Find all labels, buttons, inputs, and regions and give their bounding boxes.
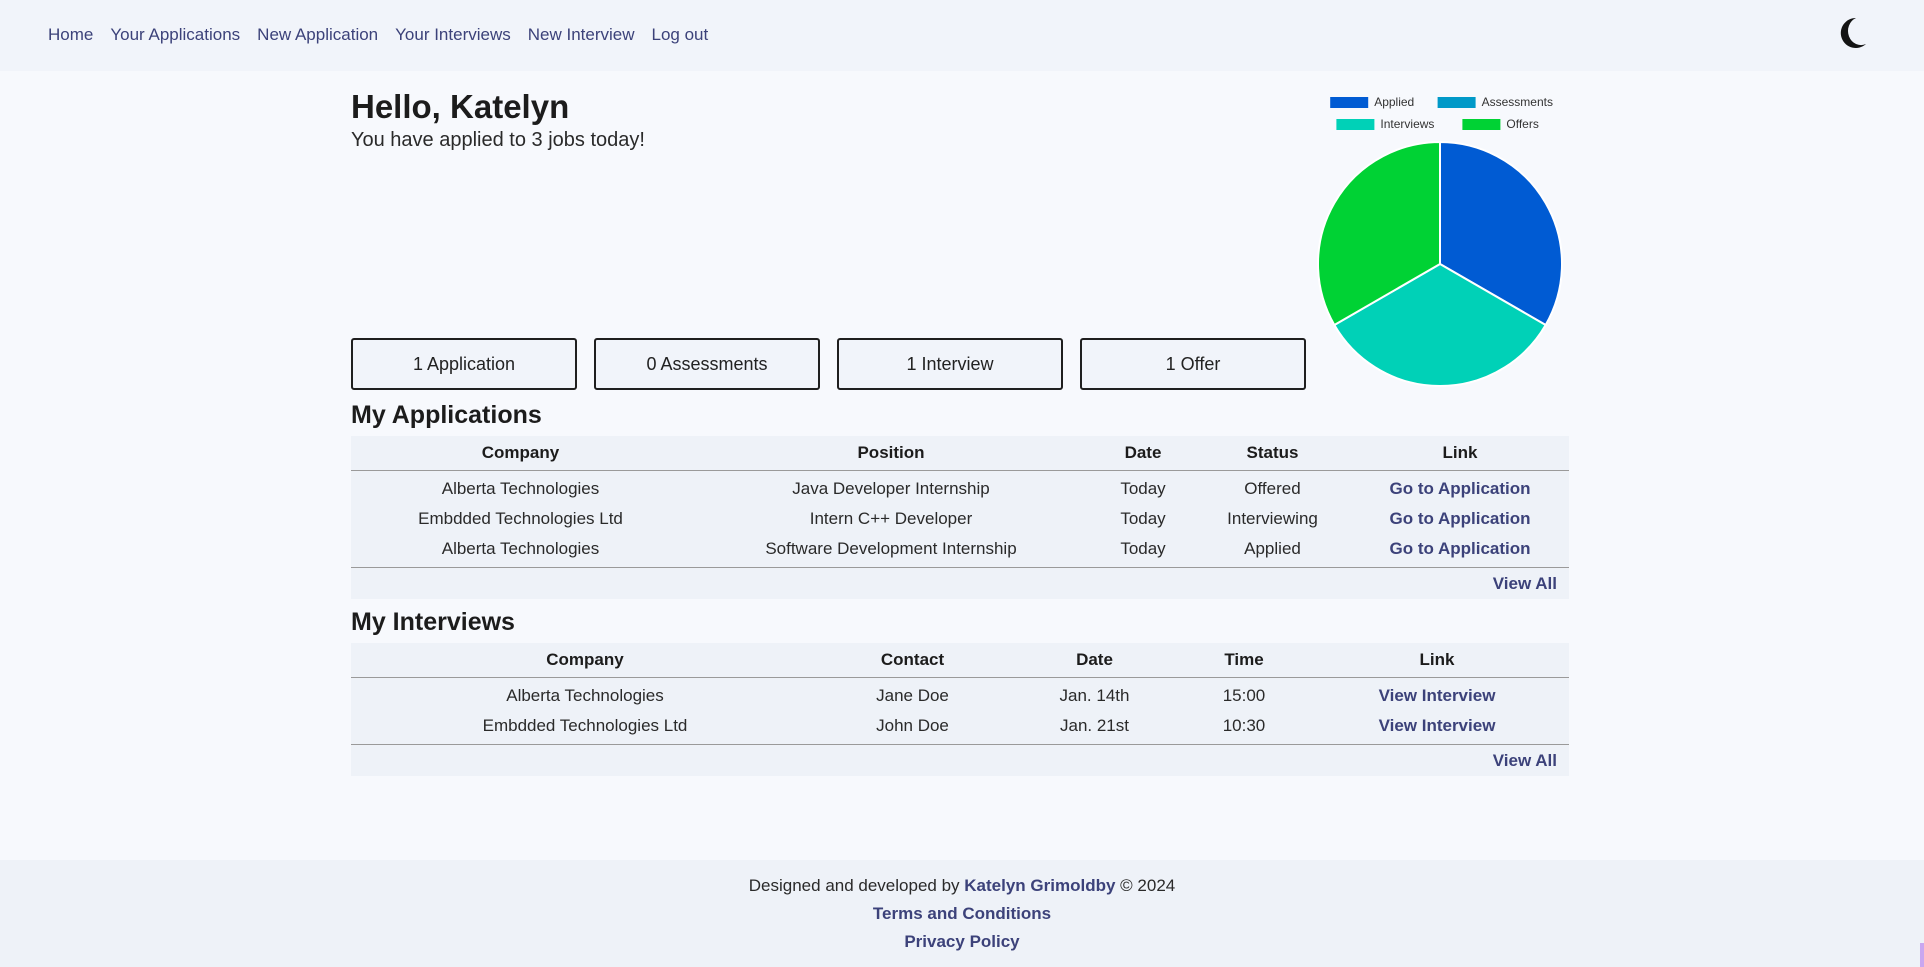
column-header-company: Company <box>351 436 690 471</box>
cell-date: Today <box>1120 479 1166 498</box>
privacy-link[interactable]: Privacy Policy <box>904 932 1019 951</box>
chart-slices <box>1317 140 1563 387</box>
column-header-time: Time <box>1183 643 1305 678</box>
footer-terms-line: Terms and Conditions <box>0 900 1924 928</box>
table-row: Alberta Technologies Java Developer Inte… <box>351 471 1569 505</box>
summary-buttons: 1 Application 0 Assessments 1 Interview … <box>351 338 1306 390</box>
status-pie-chart: Applied Assessments Interviews Offers <box>1317 95 1563 387</box>
cell-contact: Jane Doe <box>876 686 949 705</box>
footer-copyright: © 2024 <box>1120 876 1176 895</box>
nav-links: Home Your Applications New Application Y… <box>48 25 708 45</box>
applications-table: Company Position Date Status Link Albert… <box>351 436 1569 599</box>
assessments-count-button[interactable]: 0 Assessments <box>594 338 820 390</box>
applications-table-footer: View All <box>351 567 1569 599</box>
cell-company: Embdded Technologies Ltd <box>482 716 688 735</box>
footer-privacy-line: Privacy Policy <box>0 928 1924 956</box>
legend-item-applied[interactable]: Applied <box>1330 95 1414 109</box>
interviews-count-button[interactable]: 1 Interview <box>837 338 1063 390</box>
cell-time: 10:30 <box>1222 716 1266 735</box>
legend-swatch <box>1462 119 1501 130</box>
interviews-table-footer: View All <box>351 744 1569 776</box>
interviews-section-title: My Interviews <box>351 608 515 636</box>
nav-home-link[interactable]: Home <box>48 25 93 45</box>
page-footer: Designed and developed by Katelyn Grimol… <box>0 860 1924 967</box>
view-all-interviews-link[interactable]: View All <box>1493 751 1557 771</box>
view-all-applications-link[interactable]: View All <box>1493 574 1557 594</box>
cell-link: View Interview <box>1305 678 1569 712</box>
table-row: Embdded Technologies Ltd John Doe Jan. 2… <box>351 711 1569 744</box>
cell-status: Applied <box>1244 539 1301 558</box>
cell-link: Go to Application <box>1351 504 1569 534</box>
offers-count-button[interactable]: 1 Offer <box>1080 338 1306 390</box>
corner-accent <box>1920 943 1924 967</box>
interviews-table: Company Contact Date Time Link Alberta T… <box>351 643 1569 776</box>
column-header-company: Company <box>351 643 819 678</box>
applications-count-button[interactable]: 1 Application <box>351 338 577 390</box>
nav-new-application-link[interactable]: New Application <box>257 25 378 45</box>
nav-new-interview-link[interactable]: New Interview <box>528 25 635 45</box>
cell-date: Jan. 21st <box>1060 716 1129 735</box>
cell-status: Interviewing <box>1227 509 1318 528</box>
cell-time: 15:00 <box>1222 686 1266 705</box>
cell-company: Alberta Technologies <box>506 686 664 705</box>
cell-link: Go to Application <box>1351 534 1569 567</box>
cell-contact: John Doe <box>876 716 949 735</box>
go-to-application-link[interactable]: Go to Application <box>1389 509 1530 528</box>
interviews-header-row: Company Contact Date Time Link <box>351 643 1569 678</box>
column-header-link: Link <box>1305 643 1569 678</box>
column-header-link: Link <box>1351 436 1569 471</box>
cell-date: Today <box>1120 539 1166 558</box>
legend-label: Applied <box>1374 95 1414 109</box>
cell-date: Jan. 14th <box>1059 686 1130 705</box>
cell-link: View Interview <box>1305 711 1569 744</box>
footer-credit-prefix: Designed and developed by <box>748 876 960 895</box>
chart-legend: Applied Assessments Interviews Offers <box>1330 95 1553 131</box>
cell-company: Alberta Technologies <box>441 479 600 498</box>
greeting: Hello, Katelyn You have applied to 3 job… <box>351 86 645 152</box>
column-header-status: Status <box>1194 436 1351 471</box>
table-row: Alberta Technologies Jane Doe Jan. 14th … <box>351 678 1569 712</box>
legend-item-interviews[interactable]: Interviews <box>1336 117 1434 131</box>
legend-swatch <box>1437 97 1476 108</box>
terms-link[interactable]: Terms and Conditions <box>873 904 1051 923</box>
page-title: Hello, Katelyn <box>351 88 570 125</box>
column-header-position: Position <box>690 436 1092 471</box>
top-navbar: Home Your Applications New Application Y… <box>0 0 1924 71</box>
view-interview-link[interactable]: View Interview <box>1379 686 1496 705</box>
view-interview-link[interactable]: View Interview <box>1379 716 1496 735</box>
author-link[interactable]: Katelyn Grimoldby <box>964 876 1115 895</box>
nav-your-applications-link[interactable]: Your Applications <box>110 25 240 45</box>
legend-swatch <box>1336 119 1375 130</box>
legend-label: Assessments <box>1482 95 1553 109</box>
cell-status: Offered <box>1244 479 1301 498</box>
legend-swatch <box>1330 97 1369 108</box>
go-to-application-link[interactable]: Go to Application <box>1389 539 1530 558</box>
nav-logout-link[interactable]: Log out <box>652 25 709 45</box>
nav-your-interviews-link[interactable]: Your Interviews <box>395 25 511 45</box>
moon-icon[interactable] <box>1836 16 1868 50</box>
table-row: Alberta Technologies Software Developmen… <box>351 534 1569 567</box>
cell-link: Go to Application <box>1351 471 1569 505</box>
cell-company: Alberta Technologies <box>441 539 600 558</box>
applications-section-title: My Applications <box>351 401 542 429</box>
legend-item-assessments[interactable]: Assessments <box>1437 95 1553 109</box>
column-header-contact: Contact <box>819 643 1006 678</box>
applications-header-row: Company Position Date Status Link <box>351 436 1569 471</box>
legend-item-offers[interactable]: Offers <box>1462 117 1539 131</box>
go-to-application-link[interactable]: Go to Application <box>1389 479 1530 498</box>
footer-credit: Designed and developed by Katelyn Grimol… <box>0 860 1924 900</box>
greeting-subtitle: You have applied to 3 jobs today! <box>351 129 645 151</box>
cell-position: Java Developer Internship <box>792 479 990 498</box>
table-row: Embdded Technologies Ltd Intern C++ Deve… <box>351 504 1569 534</box>
legend-label: Offers <box>1506 117 1538 131</box>
legend-label: Interviews <box>1380 117 1434 131</box>
cell-position: Intern C++ Developer <box>809 509 973 528</box>
column-header-date: Date <box>1006 643 1183 678</box>
cell-date: Today <box>1120 509 1166 528</box>
cell-position: Software Development Internship <box>765 539 1017 558</box>
cell-company: Embdded Technologies Ltd <box>418 509 623 528</box>
column-header-date: Date <box>1092 436 1194 471</box>
